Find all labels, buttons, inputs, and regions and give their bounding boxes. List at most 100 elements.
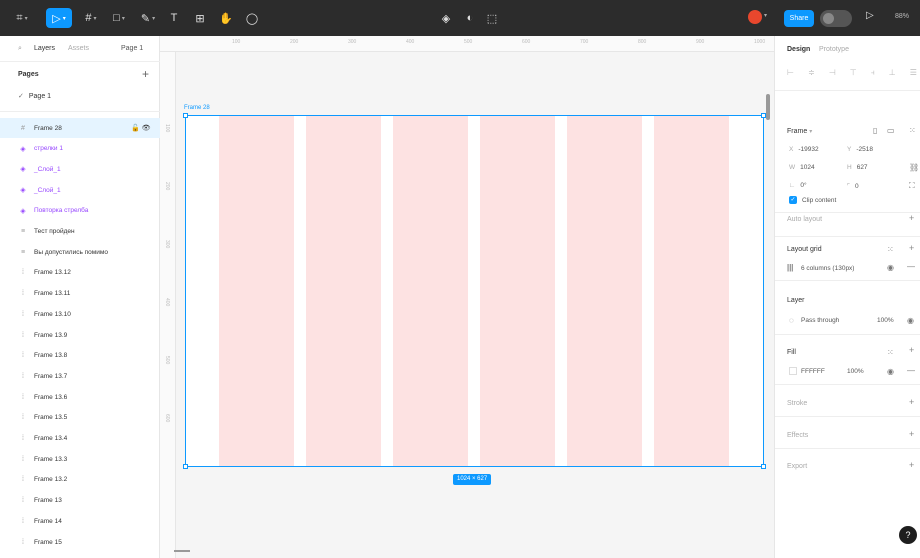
share-button[interactable]: Share [784, 10, 814, 27]
remove-grid-icon[interactable]: — [907, 262, 915, 271]
layer-item[interactable]: ⁞ Frame 13.11 [0, 284, 160, 304]
eye-icon[interactable]: ◉ [907, 316, 914, 325]
selected-frame[interactable] [185, 115, 764, 467]
blend-mode-icon[interactable]: ◌ [789, 316, 794, 325]
landscape-icon[interactable]: ▭ [887, 126, 895, 135]
resize-handle-br[interactable] [761, 464, 766, 469]
layer-item[interactable]: ⁞ Frame 13.4 [0, 429, 160, 449]
align-center-h-icon[interactable]: ≑ [808, 68, 815, 82]
mask-button[interactable]: ◐ [462, 8, 478, 28]
layer-item[interactable]: ⁞ Frame 13.10 [0, 304, 160, 324]
add-export-icon[interactable]: + [909, 460, 914, 470]
present-play-icon[interactable]: ▷ [866, 10, 874, 21]
layer-item[interactable]: ≡ Вы допустились помимо [0, 242, 160, 262]
layer-item[interactable]: ⁞ Frame 13.6 [0, 387, 160, 407]
align-center-v-icon[interactable]: ⫞ [871, 68, 875, 82]
frame-tool-button[interactable]: # ▾ [80, 8, 102, 28]
layer-item[interactable]: ⁞ Frame 13.7 [0, 366, 160, 386]
independent-corners-icon[interactable]: ⛶ [909, 181, 915, 191]
fill-color-swatch[interactable] [789, 367, 797, 375]
add-fill-icon[interactable]: + [909, 345, 914, 355]
zoom-level[interactable]: 88% [895, 13, 909, 20]
resize-handle-tl[interactable] [183, 113, 188, 118]
layer-item[interactable]: ⁞ Frame 13.9 [0, 325, 160, 345]
corner-radius-field[interactable]: ⌜ 0 [847, 182, 859, 190]
user-avatar[interactable] [748, 10, 762, 24]
clip-content-checkbox[interactable]: ✓ Clip content [789, 196, 836, 204]
frame-label[interactable]: Frame 28 [184, 105, 210, 111]
columns-grid-icon[interactable]: ||| [787, 263, 793, 272]
horizontal-scrollbar[interactable] [174, 550, 190, 552]
page-selector[interactable]: Page 1 [121, 45, 143, 52]
add-layout-grid-icon[interactable]: + [909, 243, 914, 253]
fill-opacity[interactable]: 100% [847, 368, 864, 375]
tab-assets[interactable]: Assets [68, 45, 89, 52]
layer-item[interactable]: ⁞ Frame 15 [0, 532, 160, 552]
x-field[interactable]: X -19932 [789, 146, 819, 153]
vertical-scrollbar[interactable] [766, 94, 770, 120]
grid-styles-icon[interactable]: ⁙ [887, 245, 894, 254]
align-right-icon[interactable]: ⊣ [829, 68, 836, 82]
main-menu-button[interactable]: ⌗ ▾ [12, 8, 32, 28]
page-item-page1[interactable]: ✓ Page 1 [18, 92, 51, 100]
chevron-down-icon[interactable]: ▾ [764, 12, 767, 19]
layer-item[interactable]: ⁞ Frame 13.2 [0, 470, 160, 490]
portrait-icon[interactable]: ▯ [873, 126, 877, 135]
width-field[interactable]: W 1024 [789, 164, 815, 171]
tab-layers[interactable]: Layers [34, 45, 55, 52]
resources-button[interactable]: ⊞ [192, 8, 208, 28]
layer-item[interactable]: ⁞ Frame 13.5 [0, 408, 160, 428]
fill-styles-icon[interactable]: ⁙ [887, 348, 894, 357]
add-effect-icon[interactable]: + [909, 429, 914, 439]
height-field[interactable]: H 627 [847, 164, 868, 171]
distribute-icon[interactable]: ☰ [910, 68, 917, 82]
constrain-proportions-icon[interactable]: ⛓ [909, 163, 919, 172]
layer-item[interactable]: ⁞ Frame 13.8 [0, 346, 160, 366]
remove-fill-icon[interactable]: — [907, 366, 915, 375]
layer-item[interactable]: ⁞ Frame 13.3 [0, 449, 160, 469]
y-field[interactable]: Y -2518 [847, 146, 873, 153]
pen-tool-button[interactable]: ✎ ▾ [137, 8, 159, 28]
comment-tool-button[interactable]: ◯ [244, 8, 260, 28]
rotation-field[interactable]: ∟ 0° [789, 182, 807, 189]
fill-hex[interactable]: FFFFFF [801, 368, 825, 375]
resize-to-fit-icon[interactable]: ⁙ [909, 126, 916, 135]
layer-item[interactable]: ◈ стрелки 1 [0, 139, 160, 159]
shape-tool-button[interactable]: □ ▾ [108, 8, 130, 28]
layer-item[interactable]: ⁞Frame 22 [0, 553, 160, 558]
layer-item[interactable]: ⁞ Frame 13 [0, 491, 160, 511]
hand-tool-button[interactable]: ✋ [218, 8, 234, 28]
frame-section-title[interactable]: Frame ▾ [787, 128, 812, 135]
eye-icon[interactable]: ◉ [887, 367, 894, 376]
create-component-button[interactable]: ◈ [438, 8, 454, 28]
search-icon[interactable]: ⌕ [18, 45, 22, 53]
tab-design[interactable]: Design [787, 46, 810, 53]
dev-mode-toggle[interactable] [820, 10, 852, 27]
layer-item[interactable]: ◈ Повторка стрелба [0, 201, 160, 221]
resize-handle-bl[interactable] [183, 464, 188, 469]
layer-item[interactable]: ≡ Тест пройден [0, 222, 160, 242]
crop-button[interactable]: ⬚ [484, 8, 500, 28]
move-tool-button[interactable]: ▷ ▾ [46, 8, 72, 28]
add-page-icon[interactable]: + [142, 67, 149, 81]
layer-item[interactable]: ◈ _Слой_1 [0, 180, 160, 200]
help-button[interactable]: ? [899, 526, 917, 544]
tab-prototype[interactable]: Prototype [819, 46, 849, 53]
layout-grid-value[interactable]: 6 columns (130px) [801, 265, 854, 272]
export-title: Export [787, 463, 808, 470]
layer-opacity[interactable]: 100% [877, 317, 894, 324]
text-tool-button[interactable]: T [166, 8, 182, 28]
eye-icon[interactable]: ◉ [887, 263, 894, 272]
layer-item[interactable]: # Frame 28 🔓 👁 [0, 118, 160, 138]
align-left-icon[interactable]: ⊢ [787, 68, 794, 82]
align-bottom-icon[interactable]: ⊥ [889, 68, 896, 82]
layer-item[interactable]: ⁞ Frame 13.12 [0, 263, 160, 283]
layer-item[interactable]: ⁞ Frame 14 [0, 511, 160, 531]
blend-mode-select[interactable]: Pass through [801, 317, 839, 324]
lock-visibility-icons[interactable]: 🔓 👁 [131, 124, 151, 132]
add-auto-layout-icon[interactable]: + [909, 213, 914, 223]
add-stroke-icon[interactable]: + [909, 397, 914, 407]
design-canvas[interactable]: 100 200 300 400 500 600 700 800 900 1000 100 200 30… [160, 36, 774, 558]
align-top-icon[interactable]: ⊤ [850, 68, 857, 82]
layer-item[interactable]: ◈ _Слой_1 [0, 159, 160, 179]
